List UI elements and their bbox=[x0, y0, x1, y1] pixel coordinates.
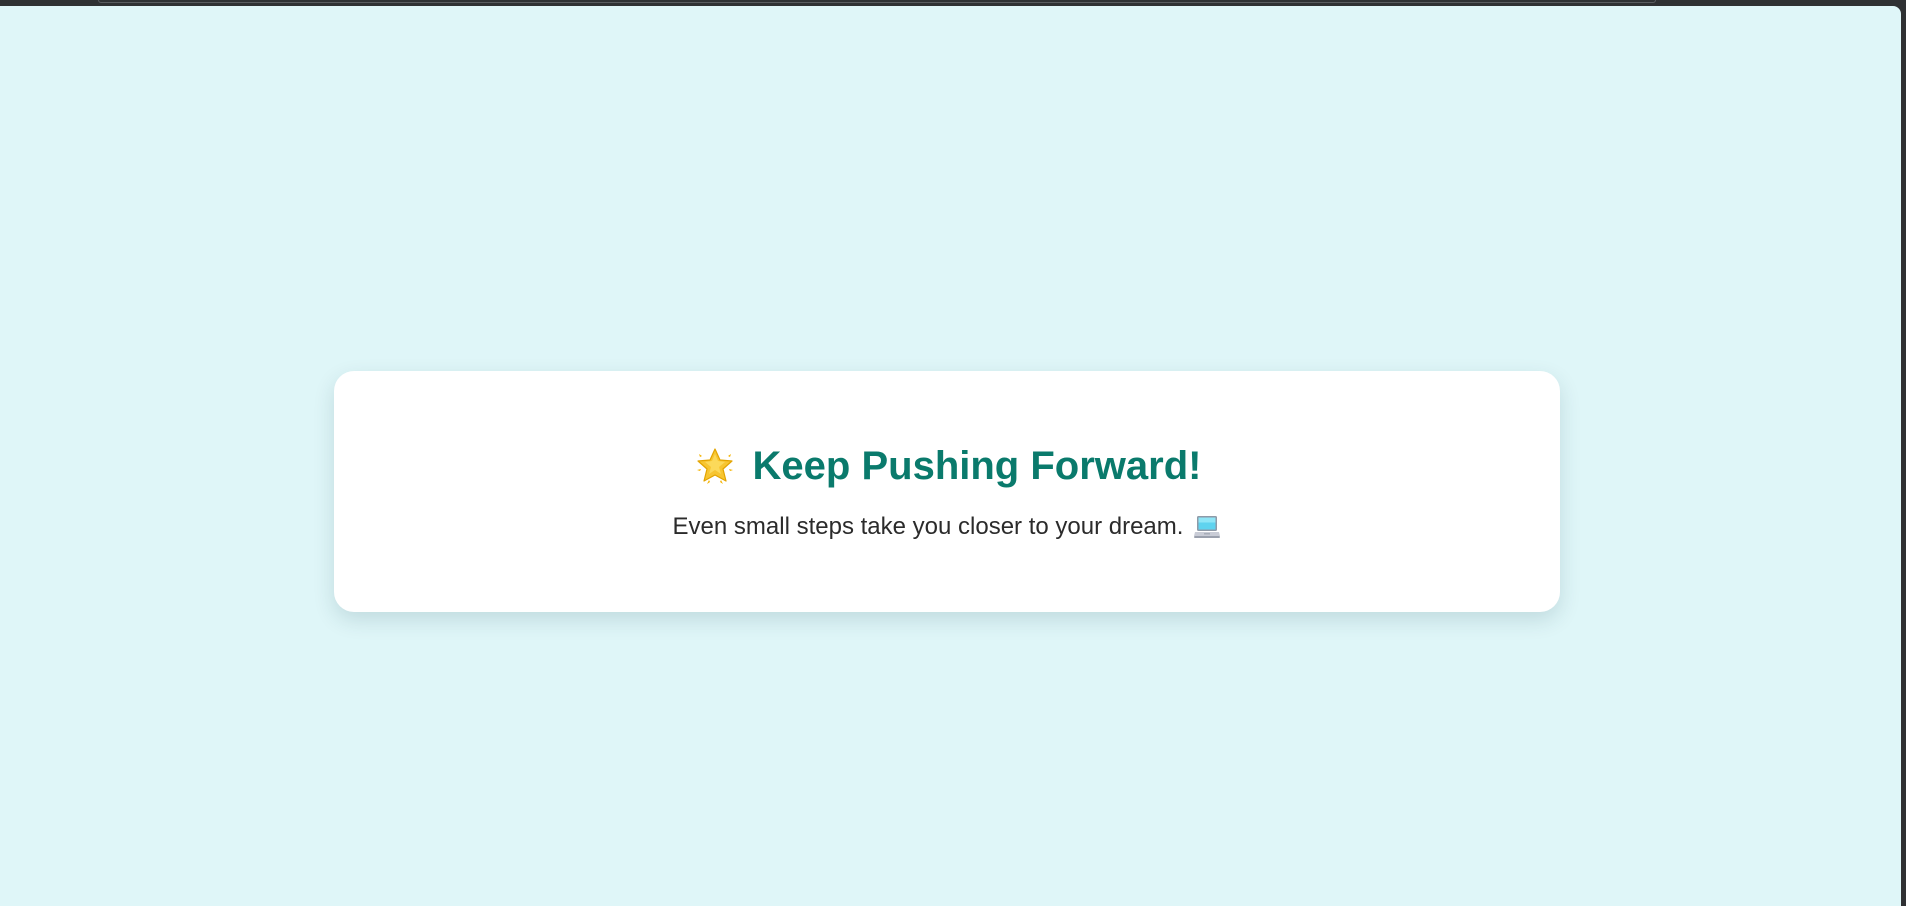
card-headline: Keep Pushing Forward! bbox=[693, 443, 1202, 488]
browser-right-edge bbox=[1901, 6, 1906, 906]
browser-tab-edge bbox=[98, 0, 1656, 3]
laptop-icon bbox=[1193, 514, 1221, 540]
card-headline-text: Keep Pushing Forward! bbox=[752, 443, 1202, 488]
motivation-card: Keep Pushing Forward! Even small steps t… bbox=[334, 371, 1560, 612]
glowing-star-icon bbox=[693, 444, 737, 488]
card-subtext: Even small steps take you closer to your… bbox=[673, 514, 1222, 540]
card-subtext-text: Even small steps take you closer to your… bbox=[672, 512, 1184, 540]
